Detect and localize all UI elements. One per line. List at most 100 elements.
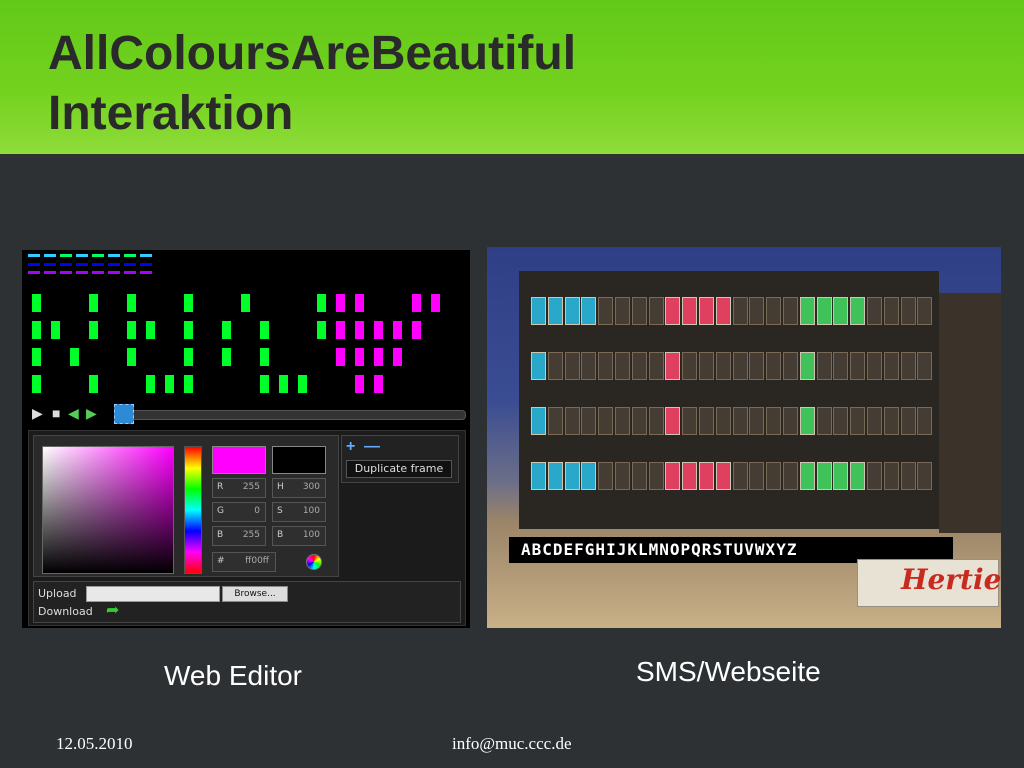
building-window bbox=[699, 352, 714, 380]
led-pixel[interactable] bbox=[336, 321, 345, 339]
led-pixel[interactable] bbox=[374, 375, 383, 393]
led-pixel[interactable] bbox=[184, 321, 193, 339]
blue-field[interactable]: B 255 bbox=[212, 526, 266, 546]
web-editor-screenshot: ▶ ■ ◀ ▶ R 255 H 300 G 0 S 100 B 255 B 10… bbox=[22, 250, 470, 628]
led-pixel[interactable] bbox=[412, 321, 421, 339]
led-pixel[interactable] bbox=[127, 294, 136, 312]
timeline-knob[interactable] bbox=[114, 404, 134, 424]
saturation-value-picker[interactable] bbox=[42, 446, 174, 574]
duplicate-frame-button[interactable]: Duplicate frame bbox=[346, 460, 452, 478]
building-window bbox=[850, 407, 866, 435]
building-window bbox=[564, 352, 580, 380]
building-window bbox=[547, 297, 563, 325]
led-pixel[interactable] bbox=[260, 375, 269, 393]
mini-preview-bar bbox=[92, 254, 104, 257]
building-window bbox=[732, 297, 748, 325]
led-pixel[interactable] bbox=[32, 348, 41, 366]
led-pixel[interactable] bbox=[89, 375, 98, 393]
led-pixel[interactable] bbox=[241, 294, 250, 312]
led-pixel[interactable] bbox=[32, 321, 41, 339]
led-pixel[interactable] bbox=[374, 321, 383, 339]
title-line-2: Interaktion bbox=[48, 87, 294, 140]
led-pixel[interactable] bbox=[431, 294, 440, 312]
hue-field[interactable]: H 300 bbox=[272, 478, 326, 498]
led-pixel[interactable] bbox=[89, 294, 98, 312]
led-pixel[interactable] bbox=[127, 321, 136, 339]
remove-frame-icon[interactable]: — bbox=[364, 438, 380, 456]
stop-icon[interactable]: ■ bbox=[52, 404, 60, 422]
led-pixel[interactable] bbox=[412, 294, 421, 312]
title-line-1: AllColoursAreBeautiful bbox=[48, 27, 577, 80]
browse-button[interactable]: Browse... bbox=[222, 586, 288, 602]
download-link[interactable]: Download bbox=[38, 605, 93, 618]
led-pixel[interactable] bbox=[317, 321, 326, 339]
slide-header: AllColoursAreBeautiful Interaktion bbox=[0, 0, 1024, 154]
led-pixel[interactable] bbox=[336, 348, 345, 366]
mini-preview-bar bbox=[108, 271, 120, 274]
green-field[interactable]: G 0 bbox=[212, 502, 266, 522]
led-pixel[interactable] bbox=[146, 375, 155, 393]
hex-field[interactable]: # ff00ff bbox=[212, 552, 276, 572]
color-wheel-icon[interactable] bbox=[306, 554, 322, 570]
mini-preview-bar bbox=[92, 263, 104, 266]
mini-preview-bar bbox=[124, 263, 136, 266]
led-pixel[interactable] bbox=[393, 348, 402, 366]
building-window bbox=[682, 462, 698, 490]
building-window bbox=[900, 462, 916, 490]
frame-timeline-slider[interactable] bbox=[124, 410, 466, 420]
building-window bbox=[766, 407, 782, 435]
building-window bbox=[531, 297, 546, 325]
led-pixel[interactable] bbox=[279, 375, 288, 393]
led-pixel[interactable] bbox=[260, 348, 269, 366]
led-pixel[interactable] bbox=[298, 375, 307, 393]
building-window bbox=[749, 407, 765, 435]
hue-slider[interactable] bbox=[184, 446, 202, 574]
building-window bbox=[665, 352, 681, 380]
play-icon[interactable]: ▶ bbox=[32, 404, 43, 422]
building-window bbox=[682, 297, 698, 325]
led-pixel[interactable] bbox=[222, 321, 231, 339]
led-pixel[interactable] bbox=[165, 375, 174, 393]
led-pixel[interactable] bbox=[32, 375, 41, 393]
arrow-left-icon[interactable]: ◀ bbox=[68, 404, 79, 422]
led-pixel[interactable] bbox=[184, 348, 193, 366]
led-pixel[interactable] bbox=[146, 321, 155, 339]
building-window bbox=[547, 462, 563, 490]
led-pixel[interactable] bbox=[317, 294, 326, 312]
led-pixel[interactable] bbox=[222, 348, 231, 366]
led-pixel[interactable] bbox=[336, 294, 345, 312]
building-window bbox=[648, 297, 664, 325]
building-window bbox=[799, 297, 815, 325]
building-window bbox=[665, 407, 681, 435]
building-window bbox=[648, 462, 664, 490]
led-pixel[interactable] bbox=[355, 294, 364, 312]
add-frame-icon[interactable]: + bbox=[346, 438, 355, 456]
brightness-field[interactable]: B 100 bbox=[272, 526, 326, 546]
color-panel: R 255 H 300 G 0 S 100 B 255 B 100 # ff00… bbox=[28, 430, 466, 626]
led-pixel[interactable] bbox=[260, 321, 269, 339]
led-pixel[interactable] bbox=[355, 375, 364, 393]
led-pixel[interactable] bbox=[70, 348, 79, 366]
led-pixel[interactable] bbox=[51, 321, 60, 339]
building-window bbox=[631, 297, 647, 325]
saturation-field[interactable]: S 100 bbox=[272, 502, 326, 522]
led-pixel[interactable] bbox=[374, 348, 383, 366]
mini-preview-bar bbox=[124, 271, 136, 274]
led-pixel[interactable] bbox=[393, 321, 402, 339]
led-pixel[interactable] bbox=[355, 321, 364, 339]
red-field[interactable]: R 255 bbox=[212, 478, 266, 498]
building-window bbox=[766, 352, 782, 380]
building-window bbox=[531, 352, 546, 380]
led-pixel[interactable] bbox=[89, 321, 98, 339]
led-pixel[interactable] bbox=[355, 348, 364, 366]
led-pixel[interactable] bbox=[184, 375, 193, 393]
download-arrow-icon[interactable]: ➦ bbox=[106, 600, 119, 620]
led-pixel[interactable] bbox=[184, 294, 193, 312]
arrow-right-icon[interactable]: ▶ bbox=[86, 404, 97, 422]
led-pixel[interactable] bbox=[127, 348, 136, 366]
building-window bbox=[648, 407, 664, 435]
led-pixel[interactable] bbox=[32, 294, 41, 312]
building-window bbox=[598, 352, 614, 380]
mini-preview-bar bbox=[108, 263, 120, 266]
building-window bbox=[682, 407, 698, 435]
